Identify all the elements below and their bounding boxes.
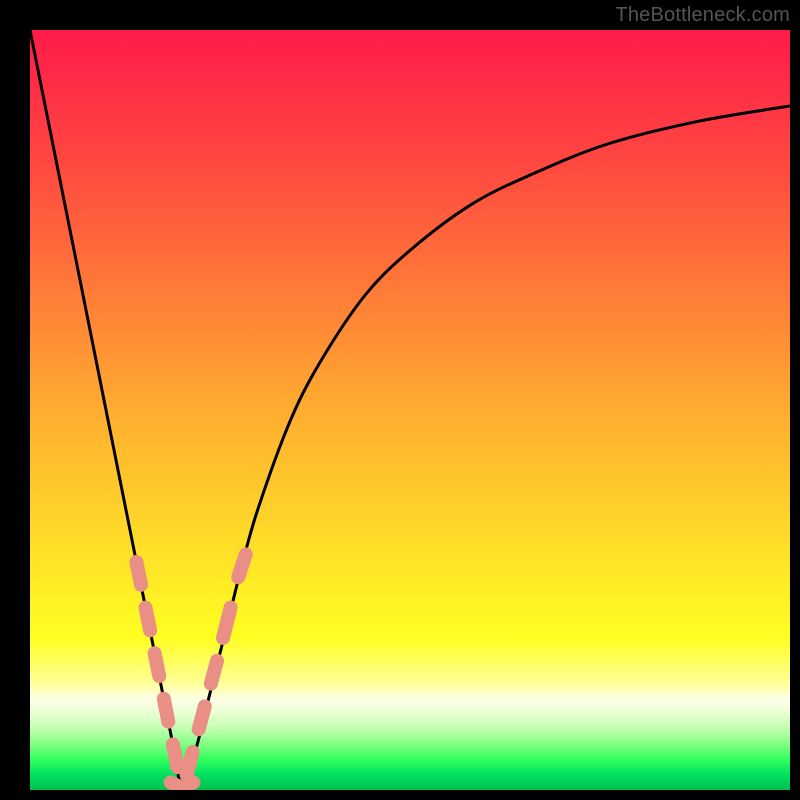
dash-segment: [199, 706, 205, 729]
watermark-text: TheBottleneck.com: [615, 4, 790, 27]
dash-segment: [164, 699, 169, 722]
dash-segment: [155, 653, 160, 676]
dash-markers: [136, 554, 245, 786]
dash-segment: [223, 608, 231, 638]
dash-segment: [186, 782, 194, 786]
bottleneck-curve: [30, 30, 790, 790]
plot-area: [30, 30, 790, 790]
dash-segment: [187, 752, 193, 775]
dash-segment: [211, 661, 217, 684]
dash-segment: [238, 554, 246, 577]
curve-svg: [30, 30, 790, 790]
chart-frame: TheBottleneck.com: [0, 0, 800, 800]
dash-segment: [171, 782, 179, 786]
dash-segment: [136, 562, 141, 585]
dash-segment: [146, 608, 151, 631]
dash-segment: [173, 744, 178, 767]
